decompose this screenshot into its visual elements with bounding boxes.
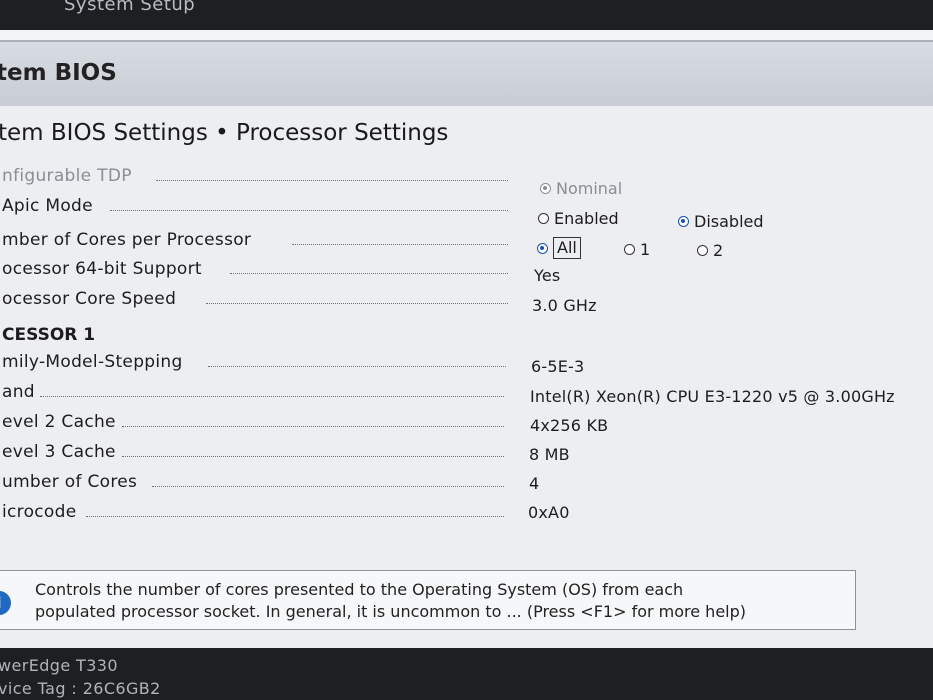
info-label: and: [2, 382, 35, 402]
dotted-leader: [152, 486, 504, 487]
setting-label: ocessor 64-bit Support: [2, 259, 202, 279]
dotted-leader: [208, 366, 506, 367]
radio-label: 2: [713, 241, 724, 260]
settings-panel: tem BIOS Settings • Processor Settings n…: [0, 106, 933, 648]
dotted-leader: [292, 244, 508, 245]
setting-value: 3.0 GHz: [532, 296, 597, 315]
top-gap: [0, 30, 933, 40]
radio-unselected-icon: [697, 245, 708, 256]
info-label: evel 2 Cache: [2, 412, 116, 432]
radio-enabled[interactable]: Enabled: [538, 209, 619, 228]
radio-selected-icon: [540, 183, 551, 194]
radio-label: Enabled: [554, 209, 619, 228]
setting-value: Yes: [534, 266, 561, 285]
setting-label: mber of Cores per Processor: [2, 230, 252, 250]
info-label: umber of Cores: [2, 472, 138, 492]
radio-label: All: [553, 237, 581, 259]
dotted-leader: [156, 180, 508, 181]
server-model: werEdge T330: [0, 656, 118, 675]
radio-selected-icon: [678, 216, 689, 227]
system-setup-title: System Setup: [64, 0, 196, 15]
radio-label: Disabled: [694, 212, 764, 231]
dotted-leader: [122, 456, 504, 457]
info-label: mily-Model-Stepping: [2, 352, 183, 372]
page-title: tem BIOS Settings • Processor Settings: [0, 120, 449, 146]
radio-unselected-icon: [624, 244, 635, 255]
info-value: Intel(R) Xeon(R) CPU E3-1220 v5 @ 3.00GH…: [530, 387, 895, 406]
radio-nominal[interactable]: Nominal: [540, 179, 622, 198]
info-value: 6-5E-3: [531, 357, 585, 376]
info-value: 4x256 KB: [530, 416, 609, 435]
dotted-leader: [206, 303, 508, 304]
header-title: tem BIOS: [0, 60, 117, 86]
setting-label: Apic Mode: [2, 196, 93, 216]
footer-bar: werEdge T330 vice Tag : 26C6GB2: [0, 648, 933, 700]
radio-2[interactable]: 2: [697, 241, 723, 260]
dotted-leader: [86, 516, 504, 517]
service-tag: vice Tag : 26C6GB2: [0, 679, 161, 698]
radio-1[interactable]: 1: [624, 240, 650, 259]
info-value: 0xA0: [528, 503, 570, 522]
radio-selected-icon: [537, 242, 548, 254]
setting-label: nfigurable TDP: [2, 166, 132, 186]
dotted-leader: [110, 210, 508, 211]
info-value: 8 MB: [529, 445, 570, 464]
dotted-leader: [122, 426, 504, 427]
header-bar: tem BIOS: [0, 40, 933, 108]
section-processor-1: CESSOR 1: [2, 325, 96, 345]
radio-disabled[interactable]: Disabled: [678, 212, 764, 231]
dotted-leader: [40, 396, 504, 397]
help-box: i Controls the number of cores presented…: [0, 570, 856, 630]
radio-label: 1: [640, 240, 651, 259]
radio-unselected-icon: [538, 213, 549, 224]
top-bar: System Setup: [0, 0, 933, 30]
radio-all[interactable]: All: [537, 237, 581, 259]
info-label: icrocode: [2, 502, 77, 522]
help-text-line-2: populated processor socket. In general, …: [35, 602, 747, 621]
radio-label: Nominal: [556, 179, 623, 198]
info-icon: i: [0, 591, 11, 615]
setting-label: ocessor Core Speed: [2, 289, 177, 309]
dotted-leader: [230, 273, 508, 274]
help-text-line-1: Controls the number of cores presented t…: [35, 580, 684, 599]
info-value: 4: [529, 474, 540, 493]
info-label: evel 3 Cache: [2, 442, 116, 462]
